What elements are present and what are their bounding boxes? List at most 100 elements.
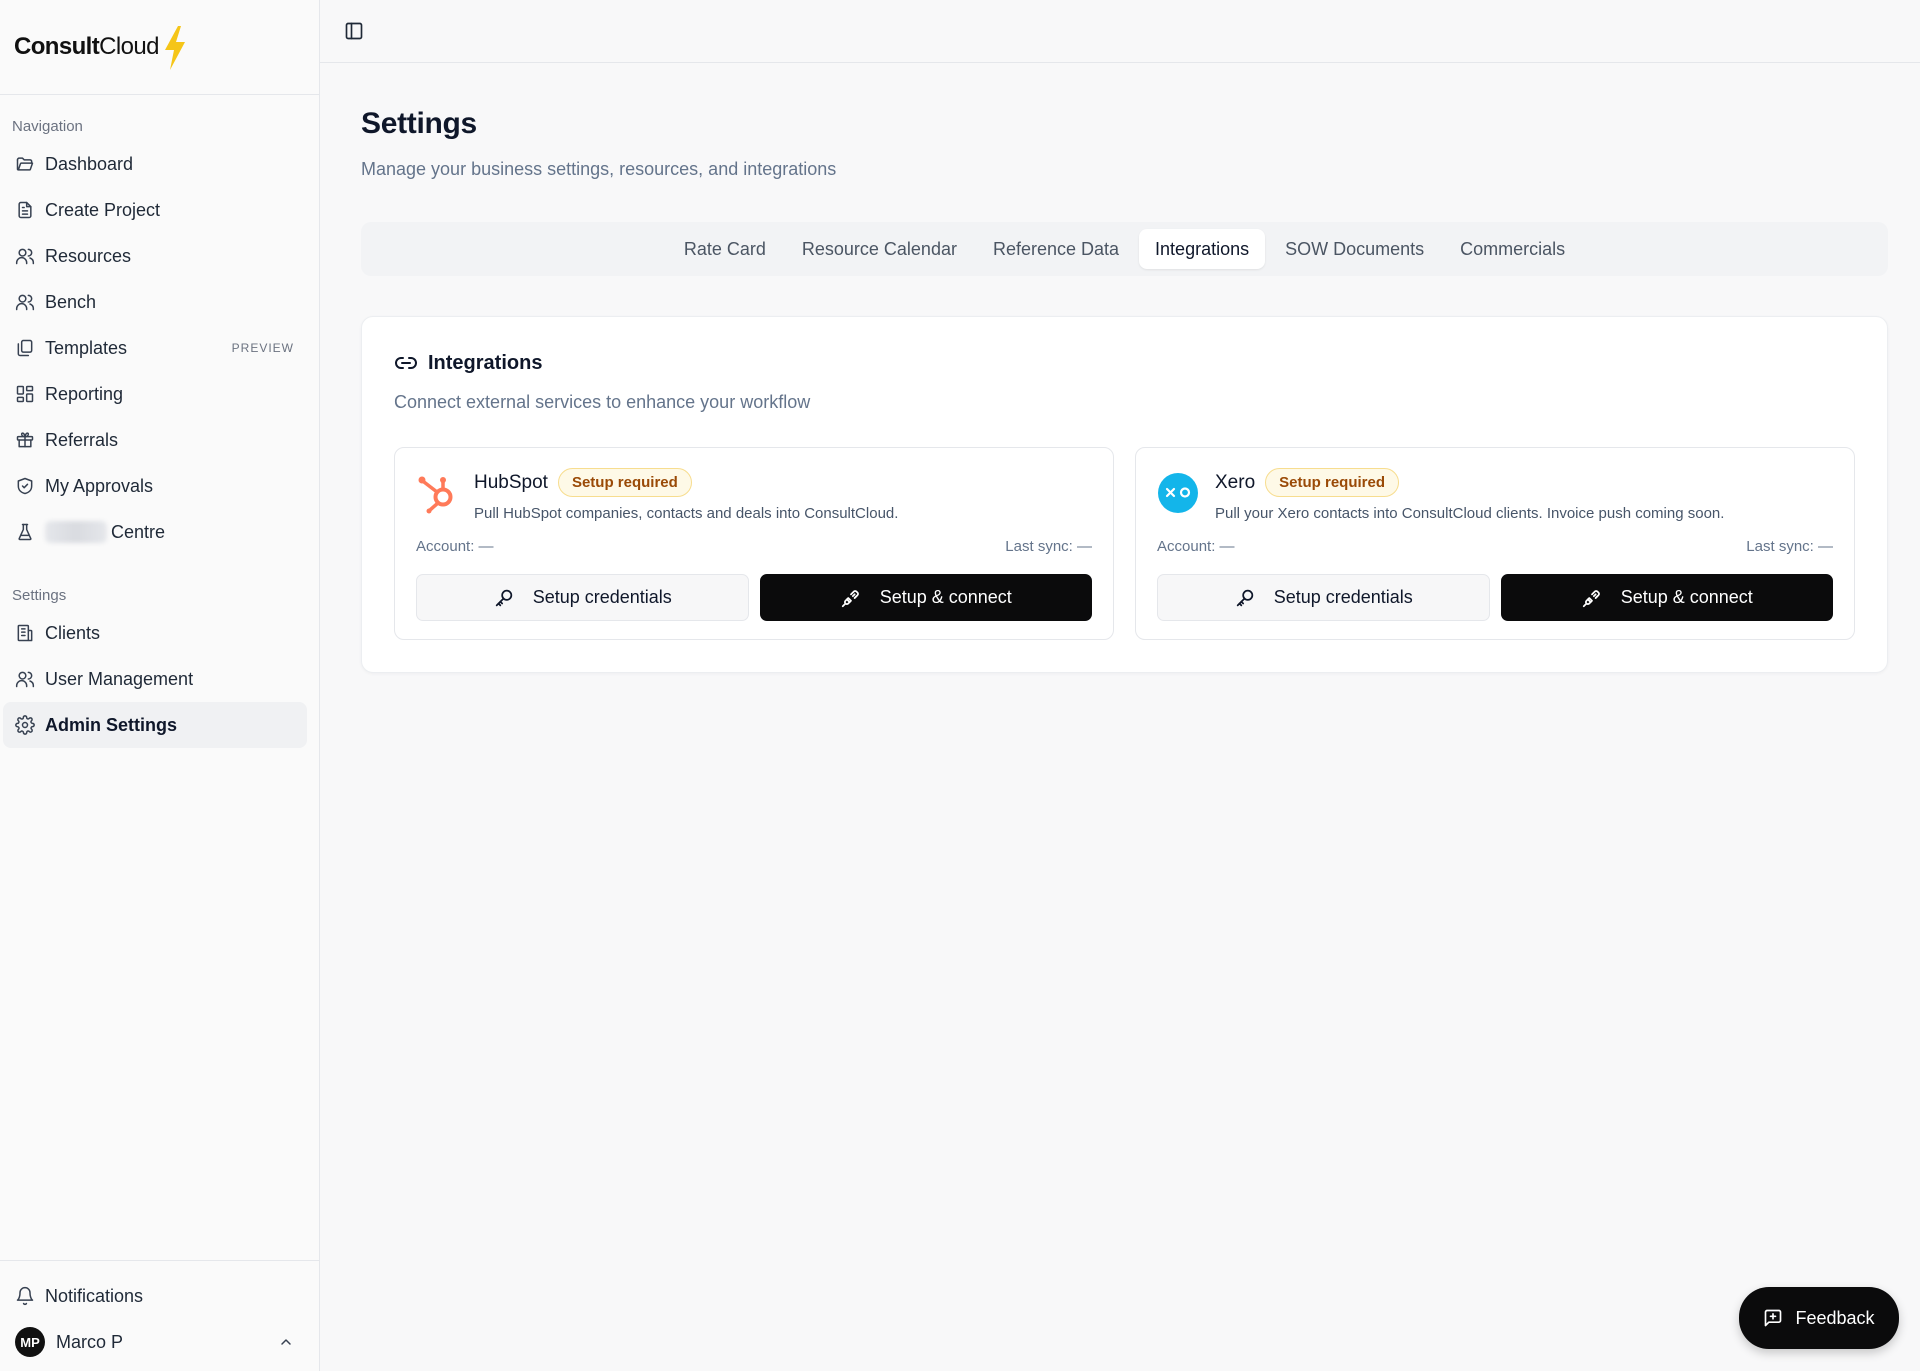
sidebar-item-bench[interactable]: Bench [3,279,316,325]
integration-name-row: HubSpot Setup required [474,468,898,497]
sidebar-item-user-management[interactable]: User Management [3,656,316,702]
settings-tabs: Rate Card Resource Calendar Reference Da… [361,222,1888,276]
sidebar-item-label: Admin Settings [45,714,178,735]
sidebar-item-centre[interactable]: Centre [3,509,316,555]
sidebar-item-label: Notifications [45,1285,144,1306]
file-text-icon [15,200,35,220]
topbar [320,0,1920,63]
sidebar-item-create-project[interactable]: Create Project [3,187,316,233]
integration-actions: Setup credentials Setup & connect [1157,574,1833,621]
flask-icon [15,522,35,542]
plug-icon [1582,589,1600,607]
sidebar-item-resources[interactable]: Resources [3,233,316,279]
feedback-button[interactable]: Feedback [1739,1287,1899,1349]
lightning-bolt-icon [164,26,185,70]
last-sync-value: Last sync: — [1746,538,1833,555]
tab-resource-calendar[interactable]: Resource Calendar [786,229,973,269]
integration-hubspot: HubSpot Setup required Pull HubSpot comp… [394,447,1114,640]
integrations-card-title: Integrations [394,351,1855,375]
key-icon [1236,589,1253,606]
user-menu[interactable]: MP Marco P [3,1319,316,1365]
integration-meta: Account: — Last sync: — [1157,538,1833,555]
button-label: Setup & connect [1620,587,1753,607]
button-label: Setup & connect [879,587,1012,607]
sidebar-item-label: Resources [45,245,132,266]
integrations-card: Integrations Connect external services t… [361,316,1888,673]
users-icon [15,669,35,689]
avatar: MP [15,1327,45,1357]
tab-sow-documents[interactable]: SOW Documents [1269,229,1440,269]
integration-header: Xero Setup required Pull your Xero conta… [1157,468,1833,522]
sidebar-item-label: Create Project [45,199,161,220]
feedback-label: Feedback [1795,1307,1875,1328]
integration-description: Pull your Xero contacts into ConsultClou… [1215,505,1725,522]
sidebar-item-clients[interactable]: Clients [3,610,316,656]
nav-section: Navigation Dashboard Create Project Reso… [0,95,319,555]
sidebar-item-my-approvals[interactable]: My Approvals [3,463,316,509]
sidebar-item-label: Centre [111,521,166,542]
hubspot-logo-icon [416,472,458,514]
brand-strong: Consult [14,33,100,60]
integration-name: Xero [1215,471,1256,493]
integration-info: HubSpot Setup required Pull HubSpot comp… [474,468,898,522]
nav-section-label: Navigation [12,117,83,135]
setup-credentials-button[interactable]: Setup credentials [416,574,749,621]
settings-page: Settings Manage your business settings, … [320,63,1920,673]
brand-name: ConsultCloud [14,33,159,61]
integration-actions: Setup credentials Setup & connect [416,574,1092,621]
plug-icon [841,589,859,607]
sidebar-item-templates[interactable]: Templates PREVIEW [3,325,316,371]
bell-icon [15,1286,35,1306]
integrations-card-subtitle: Connect external services to enhance you… [394,392,811,412]
sidebar-item-reporting[interactable]: Reporting [3,371,316,417]
tab-commercials[interactable]: Commercials [1444,229,1581,269]
account-value: Account: — [1157,538,1235,555]
last-sync-value: Last sync: — [1005,538,1092,555]
integration-name-row: Xero Setup required [1215,468,1724,497]
setup-connect-button[interactable]: Setup & connect [759,574,1092,621]
main-content: Settings Manage your business settings, … [320,0,1920,1371]
chevron-up-icon [281,1339,291,1345]
user-name: Marco P [56,1331,124,1352]
integration-meta: Account: — Last sync: — [416,538,1092,555]
sidebar-toggle-button[interactable] [344,21,364,41]
integration-xero: Xero Setup required Pull your Xero conta… [1135,447,1855,640]
sidebar-item-dashboard[interactable]: Dashboard [3,141,316,187]
settings-section: Settings Clients User Management Admin S… [0,555,319,748]
logo[interactable]: ConsultCloud [0,0,319,95]
sidebar-item-label: My Approvals [45,475,154,496]
users-icon [15,246,35,266]
sidebar: ConsultCloud Navigation Dashboard Create… [0,0,320,1371]
setup-connect-button[interactable]: Setup & connect [1500,574,1833,621]
card-title-text: Integrations [428,351,543,374]
button-label: Setup credentials [532,587,672,607]
status-badge: Setup required [557,468,692,497]
sidebar-item-label: Dashboard [45,153,134,174]
redacted-name [45,521,107,543]
tab-rate-card[interactable]: Rate Card [668,229,782,269]
tab-integrations[interactable]: Integrations [1139,229,1266,269]
key-icon [495,589,512,606]
integration-info: Xero Setup required Pull your Xero conta… [1215,468,1724,522]
sidebar-item-label: Templates [45,337,128,358]
integration-header: HubSpot Setup required Pull HubSpot comp… [416,468,1092,522]
sidebar-item-label: Reporting [45,383,124,404]
sidebar-item-notifications[interactable]: Notifications [3,1273,316,1319]
tab-reference-data[interactable]: Reference Data [977,229,1135,269]
shield-check-icon [15,476,35,496]
sidebar-item-referrals[interactable]: Referrals [3,417,316,463]
sidebar-item-label: Clients [45,622,101,643]
building-icon [15,623,35,643]
app-root: ConsultCloud Navigation Dashboard Create… [0,0,1920,1371]
setup-credentials-button[interactable]: Setup credentials [1157,574,1490,621]
sidebar-item-admin-settings[interactable]: Admin Settings [3,702,307,748]
users-icon [15,292,35,312]
gear-icon [15,715,35,735]
page-title: Settings [361,107,477,140]
integration-description: Pull HubSpot companies, contacts and dea… [474,505,899,522]
integration-name: HubSpot [474,471,548,493]
integrations-grid: HubSpot Setup required Pull HubSpot comp… [394,447,1855,640]
message-square-plus-icon [1765,1309,1782,1327]
brand-light: Cloud [99,33,159,60]
folder-open-icon [15,154,35,174]
